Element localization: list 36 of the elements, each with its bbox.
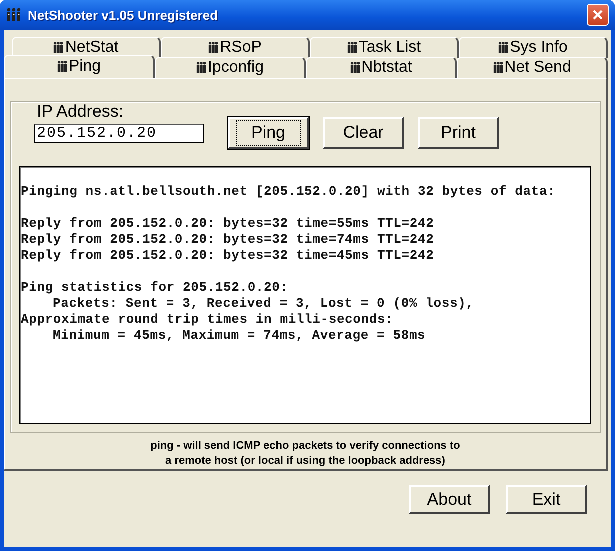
description-text: ping - will send ICMP echo packets to verify connections to [150, 439, 460, 454]
ip-address-field[interactable]: 205.152.0.20 [34, 124, 204, 143]
people-icon [208, 41, 220, 55]
dialog-button[interactable]: Exit [506, 485, 587, 514]
action-button[interactable]: Ping [228, 117, 309, 149]
people-icon [492, 61, 504, 75]
output-line: Packets: Sent = 3, Received = 3, Lost = 0 (0% loss), [53, 296, 474, 312]
output-line: Ping statistics for 205.152.0.20: [21, 280, 288, 296]
tab[interactable]: Nbtstat [306, 57, 457, 78]
window-title: NetShooter v1.05 Unregistered [28, 8, 220, 22]
tab[interactable]: Task List [310, 37, 459, 58]
tab[interactable]: RSoP [161, 37, 310, 58]
people-icon [498, 41, 510, 55]
tab[interactable]: Ipconfig [155, 57, 306, 78]
people-icon [56, 60, 68, 74]
output-line: Pinging ns.atl.bellsouth.net [205.152.0.20] with 32 bytes of data: [21, 184, 556, 200]
tab[interactable]: Sys Info [459, 37, 608, 58]
people-icon [196, 61, 207, 75]
output-line: Minimum = 45ms, Maximum = 74ms, Average = 58ms [53, 328, 426, 344]
action-button[interactable]: Print [418, 117, 499, 149]
tab[interactable]: Ping [4, 55, 155, 78]
action-button[interactable]: Clear [323, 117, 404, 149]
people-icon [350, 61, 361, 75]
people-icon [6, 8, 22, 22]
output-line: Approximate round trip times in milli-seconds: [21, 312, 394, 328]
tab[interactable]: Net Send [457, 57, 608, 78]
people-icon [53, 41, 64, 55]
dialog-button[interactable]: About [409, 485, 490, 514]
output-line: Reply from 205.152.0.20: bytes=32 time=45ms TTL=242 [21, 248, 434, 264]
people-icon [346, 41, 358, 55]
output-line: Reply from 205.152.0.20: bytes=32 time=74ms TTL=242 [21, 232, 434, 248]
output-line: Reply from 205.152.0.20: bytes=32 time=55ms TTL=242 [21, 216, 434, 232]
close-button[interactable] [587, 4, 609, 26]
description-text: a remote host (or local if using the loopback address) [166, 454, 446, 469]
field-label: IP Address: [37, 102, 125, 122]
close-icon [592, 9, 604, 21]
